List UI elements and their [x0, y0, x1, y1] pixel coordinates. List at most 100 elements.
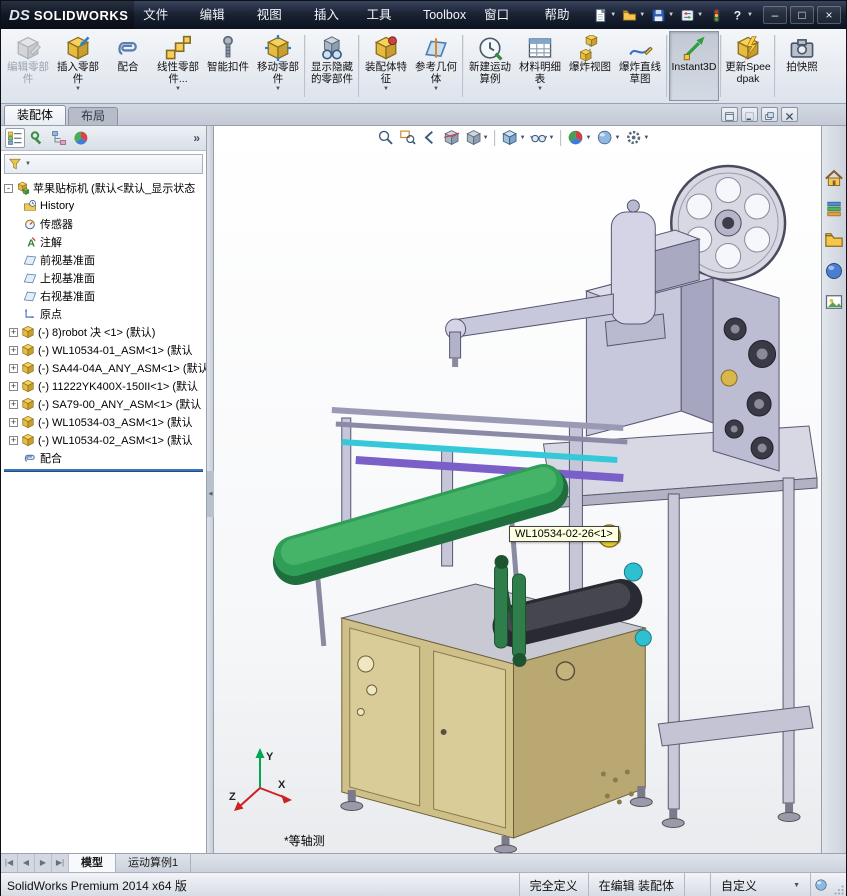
menu-insert[interactable]: 插入(I): [305, 1, 358, 50]
menu-toolbox[interactable]: Toolbox: [414, 1, 475, 29]
menu-view[interactable]: 视图(V): [248, 1, 305, 50]
reference-geometry-button[interactable]: 参考几何体 ▼: [411, 31, 461, 101]
take-snapshot-button[interactable]: 拍快照: [777, 31, 827, 101]
tab-layout[interactable]: 布局: [68, 107, 119, 125]
viewport[interactable]: ▼ ▼ ▼ ▼ ▼ ▼ WL10534-02-26<1> Y X Z *等轴测: [214, 126, 823, 853]
help-button[interactable]: ? ▼: [730, 8, 753, 23]
move-component-button[interactable]: 移动零部件 ▼: [253, 31, 303, 101]
file-explorer-button[interactable]: [824, 230, 844, 250]
save-document-button[interactable]: ▼: [651, 8, 674, 23]
plane-icon: [23, 289, 37, 303]
close-button[interactable]: ×: [817, 6, 841, 24]
expand-expander-icon[interactable]: +: [9, 381, 18, 391]
doc-cascade-button[interactable]: [761, 107, 778, 122]
collapse-expander-icon[interactable]: -: [4, 183, 13, 193]
maximize-button[interactable]: □: [790, 6, 814, 24]
tree-item[interactable]: 传感器: [1, 215, 206, 233]
tree-item[interactable]: 原点: [1, 305, 206, 323]
menu-tools[interactable]: 工具(T): [358, 1, 414, 50]
tree-item[interactable]: + (-) SA44-04A_ANY_ASM<1> (默认: [1, 359, 206, 377]
panel-collapse-button[interactable]: ◀: [207, 471, 214, 517]
previous-view-button[interactable]: [420, 128, 439, 147]
panel-expand-button[interactable]: »: [193, 131, 202, 145]
menu-file[interactable]: 文件(F): [134, 1, 190, 50]
rollback-bar[interactable]: [4, 469, 203, 472]
rebuild-button[interactable]: [709, 8, 724, 23]
minimize-button[interactable]: –: [763, 6, 787, 24]
status-custom-dropdown[interactable]: 自定义 ▼: [710, 873, 810, 896]
tree-item[interactable]: + (-) WL10534-03_ASM<1> (默认: [1, 413, 206, 431]
filter-bar[interactable]: ▼: [4, 154, 203, 174]
new-motion-study-button[interactable]: 新建运动算例: [465, 31, 515, 101]
tree-item-root[interactable]: - 苹果贴标机 (默认<默认_显示状态: [1, 179, 206, 197]
hide-show-items-button[interactable]: ▼: [530, 128, 556, 147]
tree-item[interactable]: + (-) SA79-00_ANY_ASM<1> (默认: [1, 395, 206, 413]
section-view-button[interactable]: [442, 128, 461, 147]
options-button[interactable]: ▼: [680, 8, 703, 23]
tree-item[interactable]: A 注解: [1, 233, 206, 251]
panel-tab-displaymanager[interactable]: [71, 128, 91, 148]
panel-tab-propertymanager[interactable]: [27, 128, 47, 148]
view-orientation-button[interactable]: ▼: [464, 128, 490, 147]
robot-arm[interactable]: [445, 199, 666, 367]
tab-scroll-button-2[interactable]: ▶: [35, 854, 52, 872]
edit-appearance-button[interactable]: ▼: [567, 128, 593, 147]
component-icon: [21, 379, 35, 393]
expand-expander-icon[interactable]: +: [9, 399, 18, 409]
zoom-area-button[interactable]: [398, 128, 417, 147]
tab-model[interactable]: 模型: [69, 854, 116, 872]
instant3d-button[interactable]: Instant3D: [669, 31, 719, 101]
smart-fasteners-button[interactable]: 智能扣件: [203, 31, 253, 101]
resize-grip[interactable]: [830, 873, 846, 896]
show-hidden-components-button[interactable]: 显示隐藏的零部件: [307, 31, 357, 101]
doc-restore-button[interactable]: [721, 107, 738, 122]
tab-scroll-button-1[interactable]: ◀: [18, 854, 35, 872]
tree-item[interactable]: 配合: [1, 449, 206, 467]
expand-expander-icon[interactable]: +: [9, 345, 18, 355]
tab-assembly[interactable]: 装配体: [4, 105, 67, 125]
design-library-button[interactable]: [824, 199, 844, 219]
appearances-scenes-button[interactable]: [824, 261, 844, 281]
expand-expander-icon[interactable]: +: [9, 417, 18, 427]
bill-of-materials-button[interactable]: 材料明细表 ▼: [515, 31, 565, 101]
expand-expander-icon[interactable]: +: [9, 327, 18, 337]
update-speedpak-button[interactable]: 更新Speedpak: [723, 31, 773, 101]
filter-dropdown-icon[interactable]: ▼: [25, 161, 31, 167]
solidworks-resources-button[interactable]: [824, 168, 844, 188]
menu-edit[interactable]: 编辑(E): [191, 1, 248, 50]
expand-expander-icon[interactable]: +: [9, 435, 18, 445]
caret-down-icon: ▼: [614, 134, 621, 141]
tree-item[interactable]: + (-) 8)robot 决 <1> (默认): [1, 323, 206, 341]
menu-help[interactable]: 帮助(H): [535, 1, 593, 50]
tab-scroll-button-0[interactable]: |◀: [1, 854, 18, 872]
view-settings-button[interactable]: ▼: [624, 128, 650, 147]
exploded-view-button[interactable]: 爆炸视图: [565, 31, 615, 101]
panel-tab-configurationmanager[interactable]: [49, 128, 69, 148]
tree-item[interactable]: 前视基准面: [1, 251, 206, 269]
tree-item[interactable]: 右视基准面: [1, 287, 206, 305]
explode-line-sketch-button[interactable]: 爆炸直线草图: [615, 31, 665, 101]
tree-item[interactable]: History: [1, 197, 206, 215]
tree-item[interactable]: 上视基准面: [1, 269, 206, 287]
mate-button[interactable]: 配合: [103, 31, 153, 101]
linear-component-pattern-button[interactable]: 线性零部件... ▼: [153, 31, 203, 101]
new-document-button[interactable]: ▼: [593, 7, 616, 23]
zoom-fit-button[interactable]: [376, 128, 395, 147]
display-style-button[interactable]: ▼: [501, 128, 527, 147]
assembly-features-button[interactable]: 装配体特征 ▼: [361, 31, 411, 101]
tab-motion-study-1[interactable]: 运动算例1: [116, 854, 192, 872]
panel-splitter[interactable]: ◀: [207, 126, 214, 853]
tree-item[interactable]: + (-) WL10534-01_ASM<1> (默认: [1, 341, 206, 359]
insert-component-button[interactable]: 插入零部件 ▼: [53, 31, 103, 101]
view-palette-button[interactable]: [824, 292, 844, 312]
menu-window[interactable]: 窗口(W): [475, 1, 535, 50]
tree-item[interactable]: + (-) WL10534-02_ASM<1> (默认: [1, 431, 206, 449]
tab-scroll-button-3[interactable]: ▶|: [52, 854, 69, 872]
expand-expander-icon[interactable]: +: [9, 363, 18, 373]
doc-minimize-button[interactable]: [741, 107, 758, 122]
open-document-button[interactable]: ▼: [622, 8, 645, 23]
panel-tab-featuremanager[interactable]: [5, 128, 25, 148]
tree-item[interactable]: + (-) 11222YK400X-150II<1> (默认: [1, 377, 206, 395]
doc-close-button[interactable]: [781, 107, 798, 122]
apply-scene-button[interactable]: ▼: [595, 128, 621, 147]
